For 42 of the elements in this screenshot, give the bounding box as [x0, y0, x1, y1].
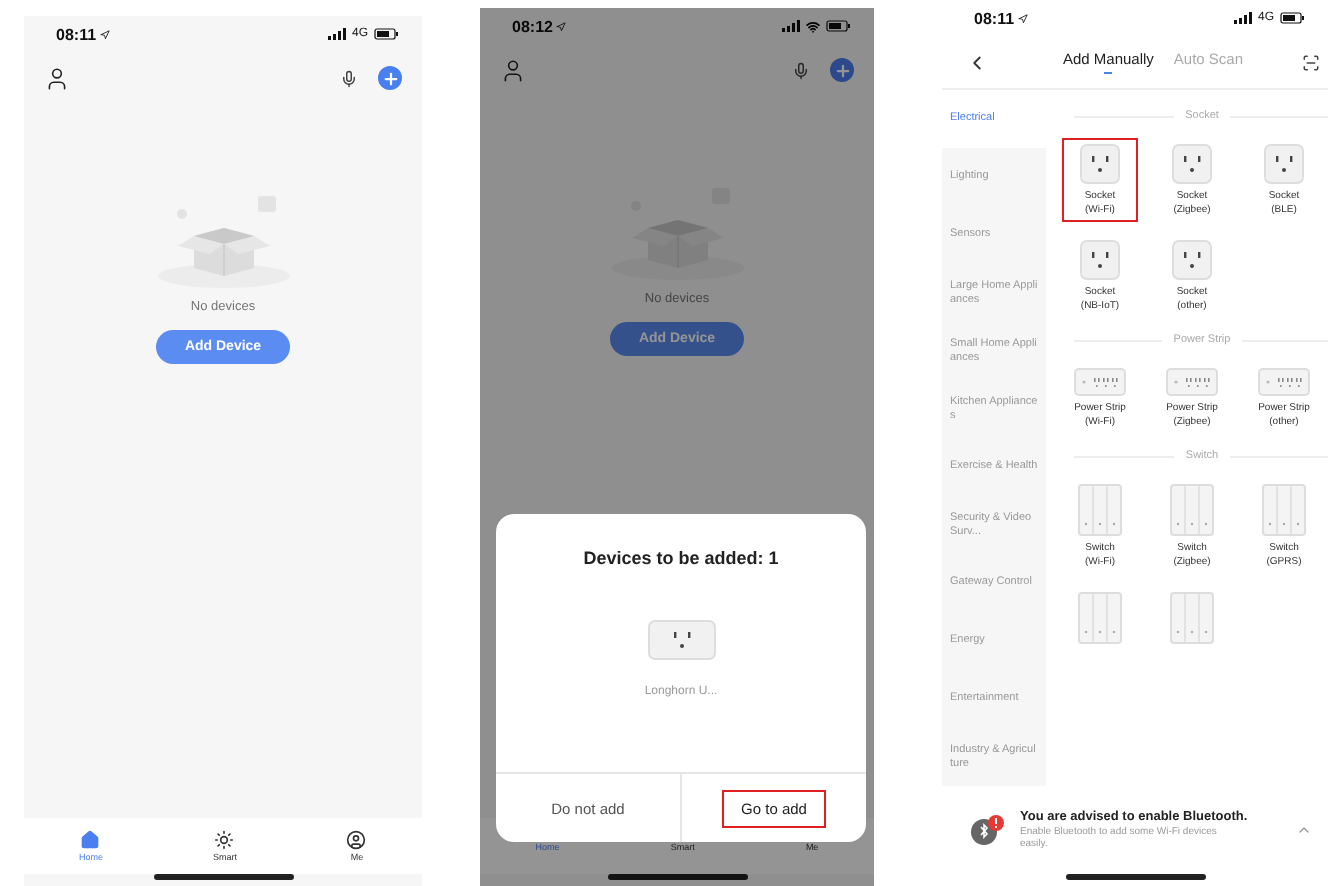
wall-switch-icon	[1170, 484, 1214, 536]
wall-switch-icon	[1170, 592, 1214, 644]
home-icon	[80, 830, 101, 850]
microphone-icon[interactable]	[340, 69, 358, 87]
power-strip-icon	[1166, 368, 1218, 396]
location-icon	[1018, 13, 1029, 23]
status-time: 08:11	[56, 25, 111, 43]
sun-icon	[214, 830, 235, 850]
wall-switch-icon	[1078, 592, 1122, 644]
empty-box-drawing	[607, 184, 747, 280]
scan-icon[interactable]	[1302, 53, 1320, 71]
profile-icon[interactable]	[500, 57, 526, 83]
signal-icon	[1233, 12, 1252, 24]
wifi-icon	[806, 19, 820, 33]
signal-icon	[327, 28, 346, 40]
battery-icon	[1280, 12, 1304, 24]
wall-switch-icon	[1262, 484, 1306, 536]
bluetooth-alert-icon	[970, 814, 1006, 846]
location-icon	[100, 29, 111, 39]
status-time: 08:11	[974, 9, 1029, 27]
battery-icon	[374, 28, 398, 40]
power-strip-icon	[1258, 368, 1310, 396]
add-icon[interactable]	[378, 66, 402, 90]
socket-icon	[1172, 240, 1212, 280]
microphone-icon[interactable]	[792, 61, 810, 79]
profile-icon[interactable]	[44, 65, 70, 91]
chevron-up-icon[interactable]	[1296, 822, 1312, 838]
signal-icon	[782, 20, 800, 32]
socket-icon	[1080, 240, 1120, 280]
socket-icon	[1264, 144, 1304, 184]
status-time: 08:12	[512, 17, 567, 35]
person-circle-icon	[346, 830, 367, 850]
socket-icon	[647, 620, 715, 660]
add-icon[interactable]	[830, 58, 854, 82]
socket-icon	[1080, 144, 1120, 184]
battery-icon	[826, 20, 850, 32]
empty-box-drawing	[153, 192, 293, 288]
power-strip-icon	[1074, 368, 1126, 396]
location-icon	[556, 21, 567, 31]
wall-switch-icon	[1078, 484, 1122, 536]
socket-icon	[1172, 144, 1212, 184]
dialog-title: Devices to be added: 1	[583, 548, 779, 568]
